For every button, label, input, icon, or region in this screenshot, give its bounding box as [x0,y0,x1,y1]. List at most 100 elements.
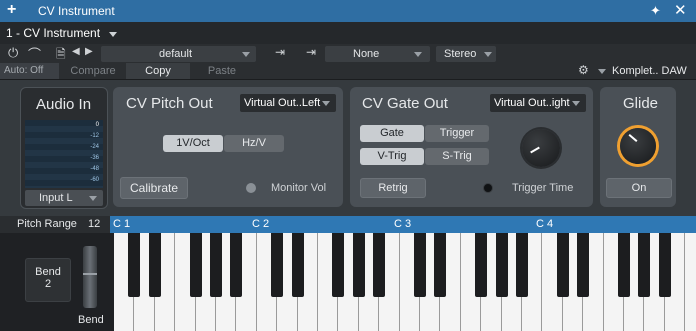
close-icon[interactable]: ✕ [674,1,687,19]
preset-dropdown[interactable]: default [101,46,256,62]
device-value: Komplet.. DAW [612,65,687,77]
black-key[interactable] [638,233,651,297]
black-key[interactable] [230,233,243,297]
instrument-name: 1 - CV Instrument [6,26,101,40]
gate-button[interactable]: Gate [360,125,424,142]
meter-tick: 0 [95,122,99,128]
meter-tick: -60 [90,177,99,183]
channel-dropdown[interactable]: Stereo [436,46,496,62]
chevron-down-icon [242,52,250,57]
black-key[interactable] [495,233,508,297]
mode-1v-oct-button[interactable]: 1V/Oct [163,135,223,152]
pitch-range-value[interactable]: 12 [88,218,100,230]
trigger-time-knob[interactable] [522,129,560,167]
calibrate-button[interactable]: Calibrate [120,177,188,199]
octave-label: C 1 [113,218,131,230]
glide-on-button[interactable]: On [606,178,672,198]
black-key[interactable] [332,233,345,297]
copy-button[interactable]: Copy [126,63,190,79]
black-key[interactable] [414,233,426,297]
chevron-down-icon [414,52,422,57]
white-key[interactable] [685,233,696,331]
black-key[interactable] [271,233,284,297]
channel-value: Stereo [444,48,477,60]
black-key[interactable] [128,233,141,297]
gate-output-value: Virtual Out..ight [494,97,570,109]
chevron-down-icon [322,101,330,106]
next-preset-icon[interactable]: ▶ [85,46,93,57]
power-icon[interactable]: ⏻ [8,45,18,61]
trigger-time-label: Trigger Time [512,182,574,194]
title-bar: + CV Instrument ✦ ✕ [0,0,696,22]
device-dropdown[interactable]: Komplet.. DAW [594,63,696,79]
bend-range-label: Bend [35,266,61,278]
cv-pitch-panel: CV Pitch Out Virtual Out..Left 1V/Oct Hz… [113,87,343,207]
black-key[interactable] [434,233,447,297]
chevron-down-icon [484,52,492,57]
toolbar-top: ⏻ ⌒ 🗎 ◀ ▶ default ⇥ ⇥ None Stereo [0,44,696,63]
meter-tick: -36 [90,155,99,161]
route-icon[interactable]: ⇥ [306,45,316,59]
toolbar-bottom: Auto: Off Compare Copy Paste ⚙ Komplet..… [0,63,696,80]
gear-icon[interactable]: ⚙ [578,63,589,77]
black-key[interactable] [618,233,630,297]
mode-hz-v-button[interactable]: Hz/V [224,135,284,152]
black-key[interactable] [658,233,671,297]
v-trig-button[interactable]: V-Trig [360,148,424,165]
black-key[interactable] [291,233,304,297]
gate-led [483,183,493,193]
s-trig-button[interactable]: S-Trig [425,148,489,165]
octave-label: C 3 [394,218,412,230]
black-key[interactable] [352,233,365,297]
chevron-down-icon [598,69,606,74]
level-meter: 0 -12 -24 -36 -48 -60 [25,120,103,188]
paste-button[interactable]: Paste [192,63,252,79]
preset-value: default [159,48,193,60]
knob-pointer [628,134,638,142]
retrig-button[interactable]: Retrig [360,178,426,198]
pitch-output-value: Virtual Out..Left [244,97,321,109]
black-key[interactable] [577,233,590,297]
audio-in-panel: Audio In 0 -12 -24 -36 -48 -60 Input L [20,87,108,209]
pitch-bend-wheel[interactable] [83,246,97,308]
bend-range-value: 2 [44,278,52,290]
bend-wheel-label: Bend [78,314,104,326]
pin-icon[interactable]: ✦ [650,3,661,19]
chevron-down-icon [572,101,580,106]
monitor-volume-knob[interactable] [246,183,256,193]
meter-tick: -48 [90,166,99,172]
meter-tick: -12 [90,133,99,139]
compare-button[interactable]: Compare [62,63,124,79]
pitch-output-dropdown[interactable]: Virtual Out..Left [240,94,336,112]
glide-knob[interactable] [620,128,656,164]
pitch-range-bar: Pitch Range 12 C 1 C 2 C 3 C 4 [0,216,696,233]
meter-scale: 0 -12 -24 -36 -48 -60 [90,120,99,186]
black-key[interactable] [475,233,488,297]
auto-mode-button[interactable]: Auto: Off [0,63,59,79]
gate-output-dropdown[interactable]: Virtual Out..ight [490,94,586,112]
input-value: Input L [39,192,73,204]
black-key[interactable] [373,233,386,297]
black-key[interactable] [189,233,202,297]
prev-preset-icon[interactable]: ◀ [72,46,80,57]
octave-label: C 4 [536,218,554,230]
black-key[interactable] [210,233,222,297]
monitor-volume-label: Monitor Vol [271,182,327,194]
plus-icon[interactable]: + [7,2,16,18]
cv-gate-panel: CV Gate Out Virtual Out..ight Gate Trigg… [350,87,593,207]
instrument-selector[interactable]: 1 - CV Instrument [6,26,118,40]
glide-panel: Glide On [600,87,676,207]
headphone-icon[interactable]: ⌒ [28,44,41,63]
window-title: CV Instrument [38,4,115,18]
black-key[interactable] [516,233,528,297]
bend-wheel-center [83,273,97,275]
routing-dropdown[interactable]: None [325,46,430,62]
input-dropdown[interactable]: Input L [25,190,103,206]
chevron-down-icon [89,196,97,201]
black-key[interactable] [556,233,569,297]
trigger-button[interactable]: Trigger [425,125,489,142]
send-icon[interactable]: ⇥ [275,45,285,59]
black-key[interactable] [148,233,161,297]
bend-range-box[interactable]: Bend 2 [25,258,71,302]
cv-gate-title: CV Gate Out [362,95,448,112]
